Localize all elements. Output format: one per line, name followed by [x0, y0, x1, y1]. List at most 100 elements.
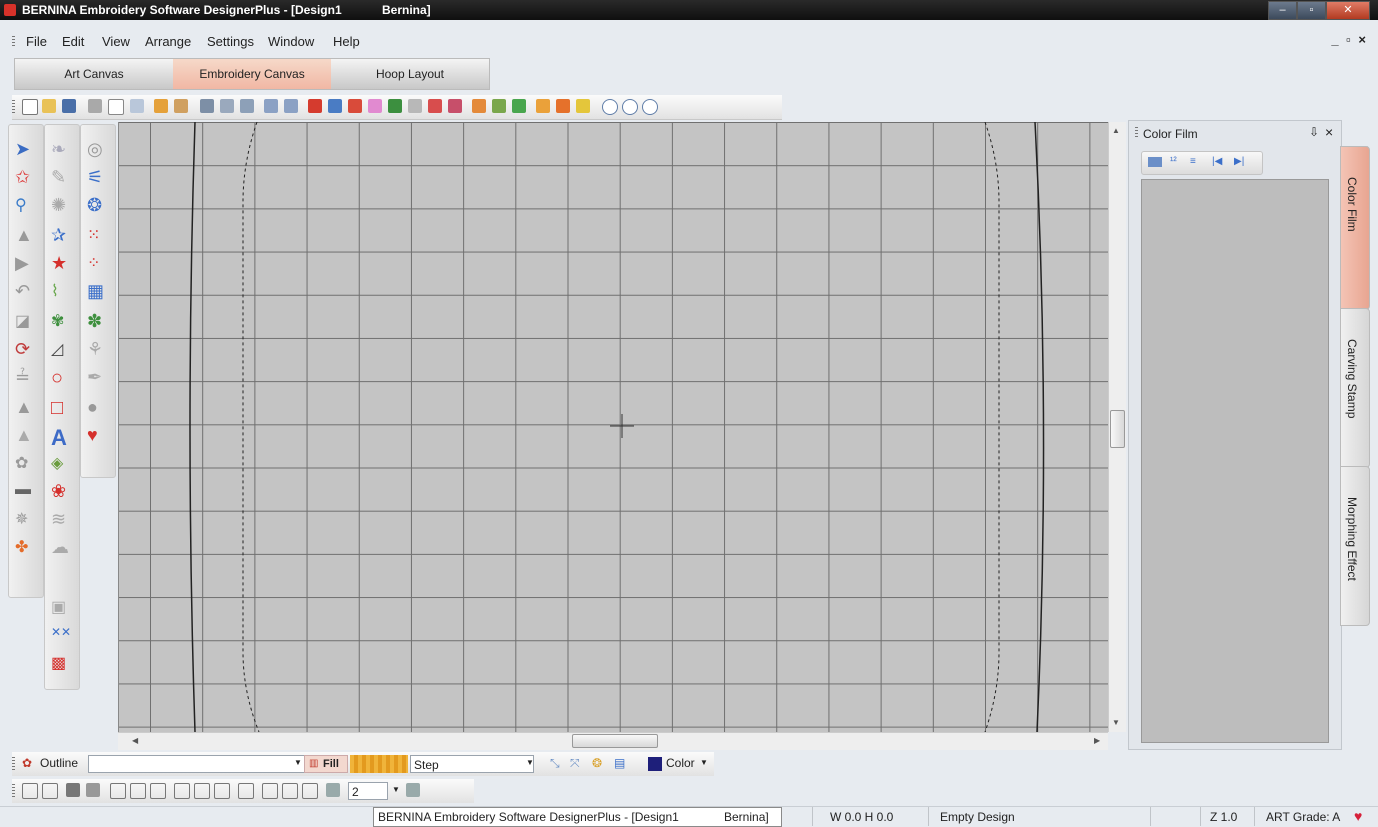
menu-arrange[interactable]: Arrange — [145, 34, 191, 49]
wave-icon[interactable]: ≋ — [51, 509, 73, 531]
film-view-icon[interactable] — [1148, 157, 1162, 167]
color-film-list[interactable] — [1141, 179, 1329, 743]
array-icon[interactable] — [406, 783, 420, 797]
zoom-fit-icon[interactable] — [622, 99, 638, 115]
scroll-up-arrow-icon[interactable]: ▲ — [1112, 126, 1120, 135]
star-outline-icon[interactable]: ✰ — [51, 225, 73, 247]
panel-grip[interactable] — [1135, 127, 1138, 139]
polyline-icon[interactable]: ◿ — [51, 339, 73, 361]
circle-icon[interactable]: ○ — [51, 367, 73, 389]
print-preview-icon[interactable] — [108, 99, 124, 115]
show-objects-icon[interactable] — [368, 99, 382, 113]
menu-window[interactable]: Window — [268, 34, 314, 49]
outline-dropdown-icon[interactable]: ▼ — [294, 758, 302, 767]
vertical-scroll-thumb[interactable] — [1110, 410, 1125, 448]
new-icon[interactable] — [22, 99, 38, 115]
scale-icon[interactable]: ◪ — [15, 311, 37, 333]
align-right-icon[interactable] — [150, 783, 166, 799]
send-to-machine-icon[interactable] — [512, 99, 526, 113]
grid-fill-icon[interactable]: ▦ — [87, 281, 109, 303]
group-icon[interactable] — [22, 783, 38, 799]
align-center-icon[interactable] — [130, 783, 146, 799]
menu-help[interactable]: Help — [333, 34, 360, 49]
panel-close-icon[interactable]: × — [1325, 124, 1333, 140]
reshape-star-icon[interactable]: ✩ — [15, 167, 37, 189]
import-embroidery-icon[interactable] — [174, 99, 188, 113]
undo-icon[interactable] — [264, 99, 278, 113]
tab-color-film[interactable]: Color Film — [1340, 146, 1370, 310]
pyramid-icon[interactable]: ▲ — [15, 397, 37, 419]
align-bottom-icon[interactable] — [214, 783, 230, 799]
select-arrow-icon[interactable]: ➤ — [15, 139, 37, 161]
scroll-down-arrow-icon[interactable]: ▼ — [1112, 718, 1120, 727]
rectangle-icon[interactable]: □ — [51, 397, 73, 419]
unlock-icon[interactable] — [86, 783, 100, 797]
show-functions-icon[interactable] — [408, 99, 422, 113]
grid-icon[interactable] — [308, 99, 322, 113]
feather-icon[interactable]: ⚘ — [87, 339, 109, 361]
sparkle-icon[interactable]: ✵ — [15, 509, 37, 531]
cloud-icon[interactable]: ☁ — [51, 537, 73, 559]
film-sort-icon[interactable]: ¹² — [1170, 156, 1177, 167]
freehand-icon[interactable]: ⌇ — [51, 281, 73, 303]
gear-icon[interactable]: ✿ — [15, 453, 37, 475]
star-fill-icon[interactable]: ★ — [51, 253, 73, 275]
pin-icon[interactable]: ⇩ — [1309, 125, 1319, 139]
stitch-settings-icon[interactable]: ▤ — [614, 756, 625, 770]
film-list-icon[interactable]: ≡ — [1190, 156, 1196, 167]
align-middle-icon[interactable] — [194, 783, 210, 799]
ungroup-icon[interactable] — [42, 783, 58, 799]
needle-points-icon[interactable] — [428, 99, 442, 113]
print-icon[interactable] — [88, 99, 102, 113]
lock-icon[interactable] — [66, 783, 80, 797]
align-left-icon[interactable] — [110, 783, 126, 799]
cross-stitch-icon[interactable]: ✾ — [51, 311, 73, 333]
heart-icon[interactable]: ♥ — [87, 425, 109, 447]
export-icon[interactable] — [130, 99, 144, 113]
color-film-icon[interactable] — [536, 99, 550, 113]
maximize-button[interactable]: ▫ — [1297, 1, 1326, 20]
scroll-left-arrow-icon[interactable]: ◀ — [132, 736, 138, 745]
align-icon[interactable]: ≟ — [15, 367, 37, 389]
stitch-angle-icon[interactable]: ⤡ — [550, 756, 560, 771]
lettering-icon[interactable]: A — [51, 425, 73, 450]
stitch-direction-icon[interactable]: ⤧ — [570, 756, 580, 771]
copy-icon[interactable] — [220, 99, 234, 113]
show-grid-icon[interactable] — [448, 99, 462, 113]
duplicate-count-spinner[interactable]: 2 — [348, 782, 388, 800]
color-dropdown-icon[interactable]: ▼ — [700, 758, 708, 767]
menu-view[interactable]: View — [102, 34, 130, 49]
film-first-icon[interactable]: |◀ — [1212, 156, 1222, 167]
magic-wand-icon[interactable]: ✎ — [51, 167, 73, 189]
paste-icon[interactable] — [240, 99, 254, 113]
show-stitches-icon[interactable] — [348, 99, 362, 113]
toolbar-grip[interactable] — [12, 100, 15, 114]
dot-matrix-icon[interactable]: ⁘ — [87, 253, 109, 275]
menu-settings[interactable]: Settings — [207, 34, 254, 49]
fill-type-select[interactable]: Step — [410, 755, 534, 773]
tab-embroidery-canvas[interactable]: Embroidery Canvas — [173, 59, 331, 89]
backdrop-icon[interactable]: ▬ — [15, 481, 37, 503]
tab-art-canvas[interactable]: Art Canvas — [15, 59, 173, 89]
vertical-scrollbar[interactable]: ▲ ▼ — [1108, 122, 1126, 732]
transform-ring-icon[interactable]: ⟳ — [15, 339, 37, 361]
alignbar-grip[interactable] — [12, 784, 15, 798]
align-top-icon[interactable] — [174, 783, 190, 799]
menu-edit[interactable]: Edit — [62, 34, 84, 49]
disc-icon[interactable]: ● — [87, 397, 109, 419]
propbar-grip[interactable] — [12, 757, 15, 771]
morphing-icon[interactable] — [576, 99, 590, 113]
zoom-in-icon[interactable] — [642, 99, 658, 115]
globe-icon[interactable]: ◎ — [87, 139, 109, 161]
zoom-out-icon[interactable] — [602, 99, 618, 115]
rotate-icon[interactable]: ↶ — [15, 281, 37, 303]
mirror-vertical-icon[interactable]: ▲ — [15, 225, 37, 247]
horizontal-scrollbar[interactable]: ◀ ▶ — [118, 732, 1108, 750]
save-icon[interactable] — [62, 99, 76, 113]
menu-grip[interactable] — [12, 36, 15, 48]
frame-icon[interactable]: ▣ — [51, 597, 73, 619]
rope-icon[interactable]: ⚟ — [87, 167, 109, 189]
outline-type-select[interactable] — [88, 755, 308, 773]
reshape-node-icon[interactable]: ⚲ — [15, 195, 37, 217]
hoop-icon[interactable] — [328, 99, 342, 113]
